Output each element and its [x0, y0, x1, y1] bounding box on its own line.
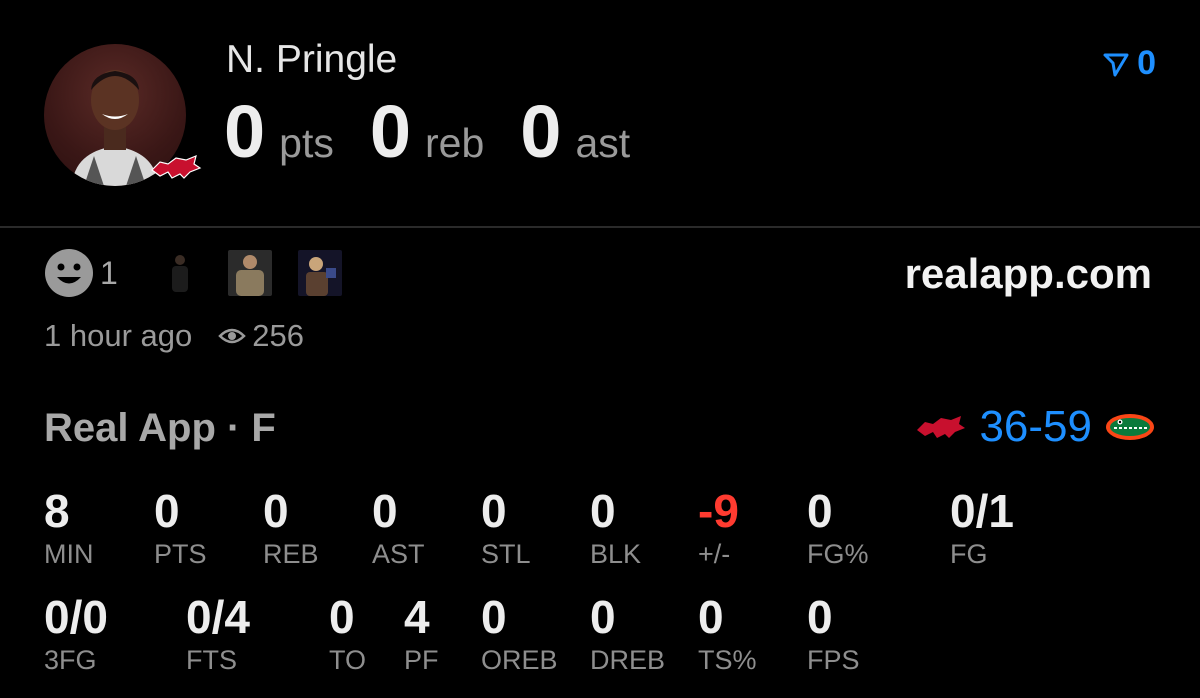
eye-icon — [218, 328, 247, 344]
stat-oreb: 0 OREB — [481, 592, 558, 676]
stat-fts: 0/4 FTS — [186, 592, 250, 676]
stat-label: FG% — [807, 539, 869, 569]
stat-value: 0 — [329, 591, 355, 643]
stat-fg: 0/1 FG — [950, 486, 1014, 570]
stat-label: PTS — [154, 539, 207, 569]
player-name[interactable]: N. Pringle — [226, 38, 397, 82]
smiley-icon[interactable] — [44, 248, 94, 298]
stat-label: OREB — [481, 645, 558, 675]
headline-pts-value: 0 — [224, 90, 266, 173]
stat-value: 0 — [263, 485, 289, 537]
stat-reb: 0 REB — [263, 486, 319, 570]
reaction-gif-3[interactable] — [297, 250, 342, 296]
stat-dreb: 0 DREB — [590, 592, 665, 676]
stat-fg-pct: 0 FG% — [807, 486, 869, 570]
headline-stats: 0 pts 0 reb 0 ast — [224, 92, 630, 172]
fire-count: 0 — [1137, 44, 1156, 82]
stat-value: 0 — [154, 485, 180, 537]
view-count: 256 — [252, 318, 304, 353]
stat-label: AST — [372, 539, 425, 569]
stat-label: FG — [950, 539, 988, 569]
headline-pts-unit: pts — [279, 120, 334, 166]
source-link[interactable]: realapp.com — [905, 250, 1152, 298]
fire-button[interactable]: 0 — [1101, 44, 1156, 83]
divider — [0, 226, 1200, 228]
stat-value: 0 — [590, 591, 616, 643]
stat-ast: 0 AST — [372, 486, 425, 570]
stat-label: FTS — [186, 645, 237, 675]
headline-ast-value: 0 — [520, 90, 562, 173]
stat-value: 0 — [807, 591, 833, 643]
stat-value: 0 — [372, 485, 398, 537]
stat-label: DREB — [590, 645, 666, 675]
stat-label: MIN — [44, 539, 94, 569]
stat-value: 4 — [404, 591, 430, 643]
game-title[interactable]: Real App · F — [44, 406, 276, 451]
headline-ast-unit: ast — [575, 120, 631, 166]
post-time: 1 hour ago — [44, 318, 193, 353]
headline-reb-unit: reb — [425, 120, 485, 166]
stat-label: BLK — [590, 539, 642, 569]
stat-label: PF — [404, 645, 439, 675]
razorback-icon — [917, 416, 966, 438]
stat-label: +/- — [698, 539, 731, 569]
stat-value: 0/0 — [44, 591, 108, 643]
game-score[interactable]: 36-59 — [915, 402, 1156, 452]
stat-label: 3FG — [44, 645, 97, 675]
stat-value: 0/4 — [186, 591, 250, 643]
stat-label: FPS — [807, 645, 860, 675]
stat-3fg: 0/0 3FG — [44, 592, 108, 676]
stat-value: 8 — [44, 485, 70, 537]
stat-plus-minus: -9 +/- — [698, 486, 739, 570]
stat-label: TS% — [698, 645, 757, 675]
score-text: 36-59 — [979, 402, 1092, 451]
fire-arrow-icon — [1103, 53, 1129, 76]
headline-reb-value: 0 — [369, 90, 412, 173]
razorback-icon — [151, 155, 202, 179]
stat-value: 0 — [807, 485, 833, 537]
gator-icon — [1106, 414, 1154, 440]
stat-label: STL — [481, 539, 531, 569]
reaction-gif-2[interactable] — [227, 250, 272, 296]
stat-value: 0 — [698, 591, 724, 643]
stat-label: TO — [329, 645, 367, 675]
reaction-gif-1[interactable] — [157, 250, 202, 296]
stat-value: 0/1 — [950, 485, 1014, 537]
stat-label: REB — [263, 539, 319, 569]
stat-stl: 0 STL — [481, 486, 531, 570]
stat-ts-pct: 0 TS% — [698, 592, 757, 676]
stat-value: -9 — [698, 485, 739, 537]
stat-value: 0 — [481, 591, 507, 643]
stat-pf: 4 PF — [404, 592, 439, 676]
stat-value: 0 — [590, 485, 616, 537]
stat-to: 0 TO — [329, 592, 366, 676]
reactions-bar: 1 — [44, 248, 368, 298]
reaction-count: 1 — [100, 254, 118, 291]
player-avatar[interactable] — [44, 44, 202, 186]
stat-blk: 0 BLK — [590, 486, 641, 570]
stat-value: 0 — [481, 485, 507, 537]
stat-fps: 0 FPS — [807, 592, 860, 676]
post-meta: 1 hour ago 256 — [44, 318, 304, 354]
stat-min: 8 MIN — [44, 486, 94, 570]
stat-pts: 0 PTS — [154, 486, 207, 570]
